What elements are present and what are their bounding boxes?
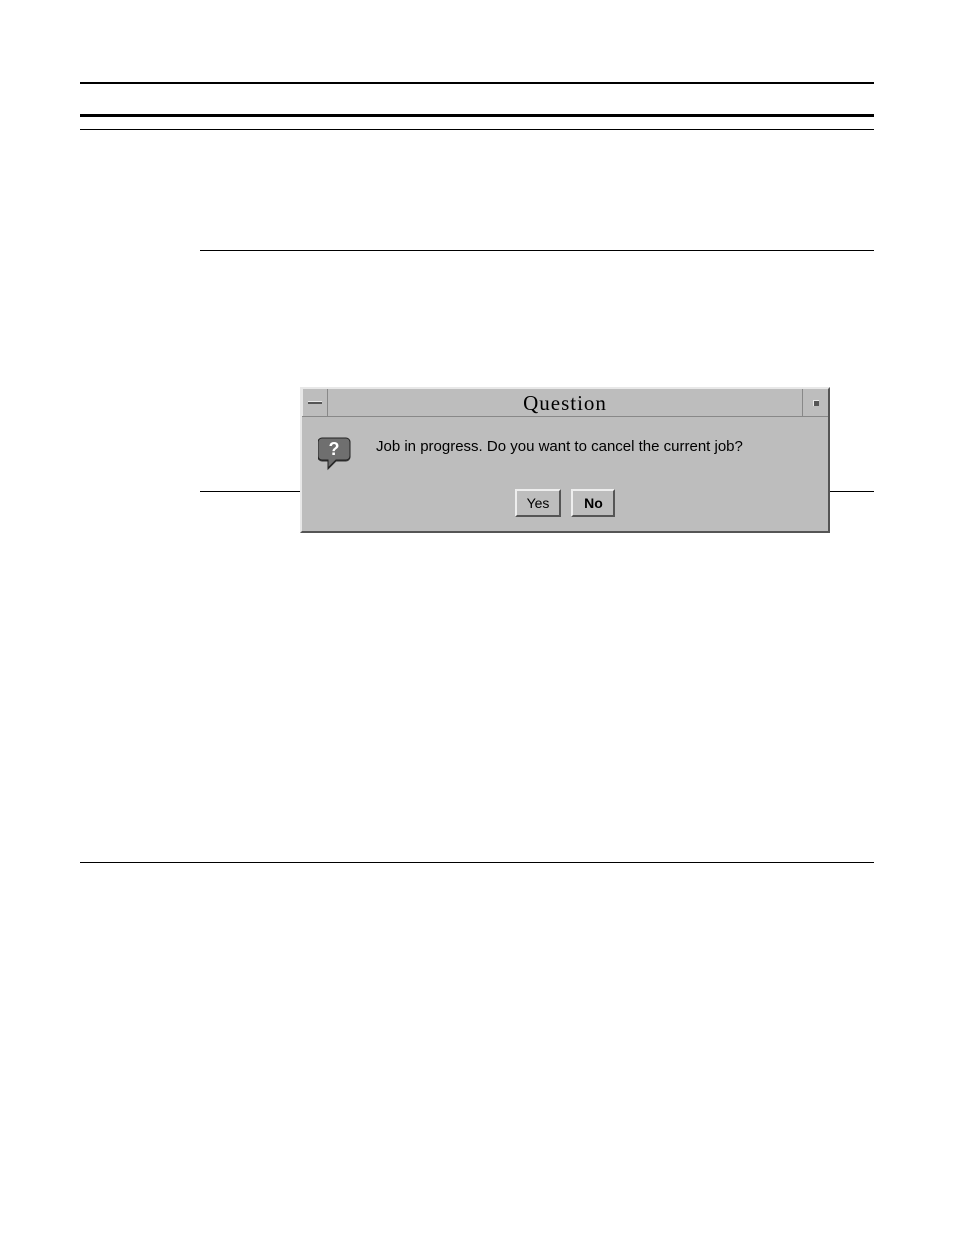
question-icon: ? — [318, 435, 354, 471]
window-minimize-button[interactable] — [802, 389, 828, 416]
dot-icon — [813, 400, 819, 406]
divider — [80, 82, 874, 84]
no-button[interactable]: No — [571, 489, 615, 517]
yes-button[interactable]: Yes — [515, 489, 562, 517]
titlebar: Question — [302, 389, 828, 417]
divider — [80, 862, 874, 863]
dialog-title: Question — [328, 389, 802, 416]
dash-icon — [308, 401, 322, 404]
svg-text:?: ? — [329, 439, 340, 459]
divider — [200, 250, 874, 251]
dialog-message: Job in progress. Do you want to cancel t… — [376, 431, 743, 457]
dialog-body: ? Job in progress. Do you want to cancel… — [302, 417, 828, 531]
divider — [80, 114, 874, 117]
divider — [80, 129, 874, 130]
window-menu-button[interactable] — [302, 389, 328, 416]
question-dialog: Question ? Job in progress. Do you want … — [300, 387, 830, 533]
